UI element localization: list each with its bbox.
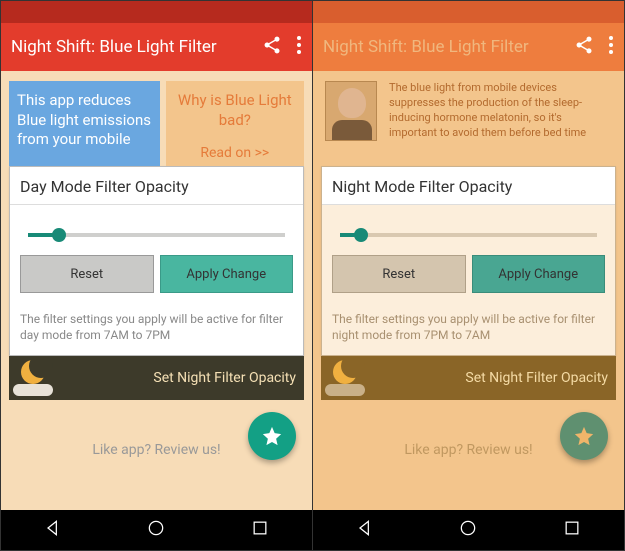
info-row: The blue light from mobile devices suppr… (313, 71, 624, 166)
apply-button[interactable]: Apply Change (160, 255, 294, 293)
help-text: The filter settings you apply will be ac… (322, 303, 615, 355)
night-bar-label: Set Night Filter Opacity (465, 370, 608, 386)
nav-home-icon[interactable] (146, 518, 166, 542)
info-text: The blue light from mobile devices suppr… (389, 81, 612, 156)
star-icon (261, 425, 283, 447)
opacity-card: Night Mode Filter Opacity Reset Apply Ch… (321, 166, 616, 356)
opacity-card: Day Mode Filter Opacity Reset Apply Chan… (9, 166, 304, 356)
help-text: The filter settings you apply will be ac… (10, 303, 303, 355)
nav-back-icon[interactable] (43, 518, 63, 542)
author-avatar (325, 81, 377, 141)
nav-recent-icon[interactable] (250, 518, 270, 542)
info-box-readmore-line2: Read on >> (174, 144, 296, 162)
opacity-slider[interactable] (28, 233, 285, 237)
nav-recent-icon[interactable] (562, 518, 582, 542)
reset-button[interactable]: Reset (20, 255, 154, 293)
phone-right: Night Shift: Blue Light Filter The blue … (313, 1, 624, 550)
overflow-menu-icon[interactable] (608, 35, 614, 60)
overflow-menu-icon[interactable] (296, 35, 302, 60)
review-fab[interactable] (248, 412, 296, 460)
card-title: Day Mode Filter Opacity (10, 167, 303, 205)
cloud-icon (325, 384, 365, 396)
info-row: This app reduces Blue light emissions fr… (1, 71, 312, 166)
appbar: Night Shift: Blue Light Filter (313, 23, 624, 71)
info-box-readmore[interactable]: Why is Blue Light bad? Read on >> (166, 81, 304, 166)
statusbar (313, 1, 624, 23)
content-area: This app reduces Blue light emissions fr… (1, 71, 312, 510)
star-icon (573, 425, 595, 447)
nav-back-icon[interactable] (355, 518, 375, 542)
content-area: The blue light from mobile devices suppr… (313, 71, 624, 510)
cloud-icon (13, 384, 53, 396)
apply-button[interactable]: Apply Change (472, 255, 606, 293)
share-icon[interactable] (262, 35, 282, 60)
opacity-slider[interactable] (340, 233, 597, 237)
info-box-readmore-line1: Why is Blue Light bad? (174, 91, 296, 130)
share-icon[interactable] (574, 35, 594, 60)
phone-left: Night Shift: Blue Light Filter This app … (1, 1, 313, 550)
info-box-description: This app reduces Blue light emissions fr… (9, 81, 160, 166)
nav-home-icon[interactable] (458, 518, 478, 542)
appbar-title: Night Shift: Blue Light Filter (11, 37, 262, 57)
slider-thumb[interactable] (354, 228, 368, 242)
review-fab[interactable] (560, 412, 608, 460)
night-bar-label: Set Night Filter Opacity (153, 370, 296, 386)
moon-icon (333, 360, 357, 384)
statusbar (1, 1, 312, 23)
appbar-title: Night Shift: Blue Light Filter (323, 37, 574, 57)
card-title: Night Mode Filter Opacity (322, 167, 615, 205)
set-night-filter-bar[interactable]: Set Night Filter Opacity (321, 356, 616, 400)
appbar: Night Shift: Blue Light Filter (1, 23, 312, 71)
moon-icon (21, 360, 45, 384)
slider-thumb[interactable] (52, 228, 66, 242)
android-navbar (1, 510, 312, 550)
reset-button[interactable]: Reset (332, 255, 466, 293)
set-night-filter-bar[interactable]: Set Night Filter Opacity (9, 356, 304, 400)
android-navbar (313, 510, 624, 550)
